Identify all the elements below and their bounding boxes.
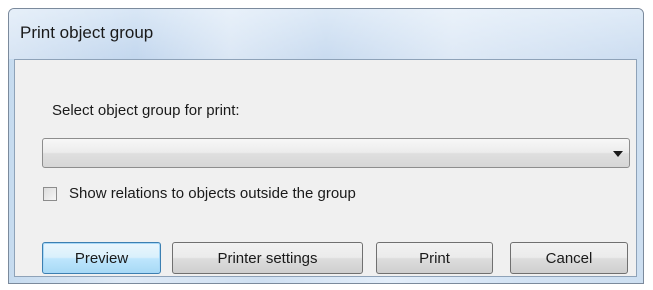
dialog-body: Select object group for print: Show rela…	[14, 59, 637, 277]
object-group-dropdown[interactable]	[42, 138, 630, 168]
select-object-group-label: Select object group for print:	[52, 102, 240, 119]
printer-settings-button[interactable]: Printer settings	[172, 242, 363, 274]
show-relations-label[interactable]: Show relations to objects outside the gr…	[69, 185, 356, 202]
cancel-button[interactable]: Cancel	[510, 242, 628, 274]
show-relations-checkbox[interactable]	[43, 187, 57, 201]
dialog-titlebar[interactable]: Print object group	[9, 9, 643, 59]
chevron-down-icon[interactable]	[613, 151, 623, 157]
preview-button[interactable]: Preview	[42, 242, 161, 274]
print-button[interactable]: Print	[376, 242, 493, 274]
dialog-title: Print object group	[20, 23, 154, 42]
print-object-group-dialog: Print object group Select object group f…	[8, 8, 644, 284]
